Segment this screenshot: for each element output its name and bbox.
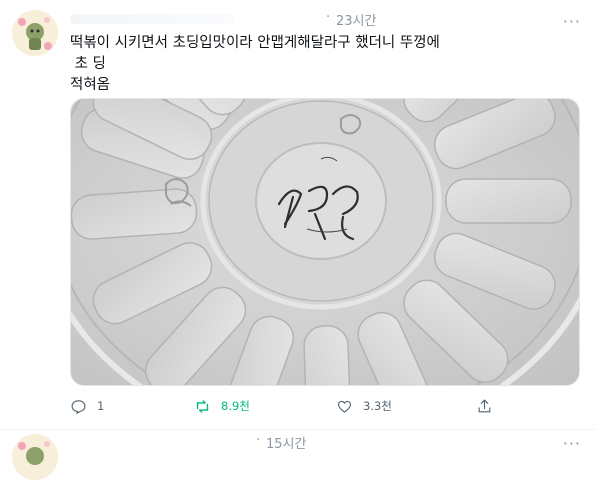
tweet-time[interactable]: 23시간 — [336, 10, 376, 29]
share-button[interactable] — [476, 392, 493, 420]
tweet-text-line: 초 딩 — [70, 56, 106, 72]
tweet-text-line: 떡볶이 시키면서 초딩입맛이라 안맵게해달라구 했더니 뚜껑에 — [70, 35, 440, 51]
tweet-text-line: 적혀옴 — [70, 77, 111, 93]
tweet-photo[interactable] — [70, 98, 580, 386]
like-count: 3.3천 — [363, 399, 392, 413]
tweet[interactable]: · 23시간 ··· 떡볶이 시키면서 초딩입맛이라 안맵게해달라구 했더니 뚜… — [0, 0, 595, 430]
tweet-divider — [0, 429, 595, 430]
more-options-button[interactable]: ··· — [563, 12, 581, 31]
like-button[interactable]: 3.3천 — [336, 392, 392, 420]
next-tweet-time[interactable]: 15시간 — [266, 433, 306, 452]
time-separator: · — [326, 10, 331, 25]
lid-photo-image — [71, 99, 579, 385]
tweet-text: 떡볶이 시키면서 초딩입맛이라 안맵게해달라구 했더니 뚜껑에 초 딩 적혀옴 — [70, 33, 570, 96]
tweet-header: · 23시간 — [70, 10, 550, 29]
avatar[interactable] — [12, 10, 58, 56]
retweet-icon — [196, 399, 209, 413]
retweet-button[interactable]: 8.9천 — [194, 392, 250, 420]
reply-count: 1 — [97, 399, 105, 413]
tweet-actions: 1 8.9천 3.3천 — [70, 392, 578, 420]
reply-button[interactable]: 1 — [70, 392, 104, 420]
retweet-count: 8.9천 — [221, 399, 250, 413]
next-tweet-more-options-button[interactable]: ··· — [563, 434, 581, 453]
reply-icon — [71, 399, 86, 414]
heart-icon — [337, 400, 352, 413]
share-icon — [478, 399, 491, 412]
next-tweet-avatar[interactable] — [12, 434, 58, 480]
author-name-blurred[interactable] — [70, 14, 235, 24]
